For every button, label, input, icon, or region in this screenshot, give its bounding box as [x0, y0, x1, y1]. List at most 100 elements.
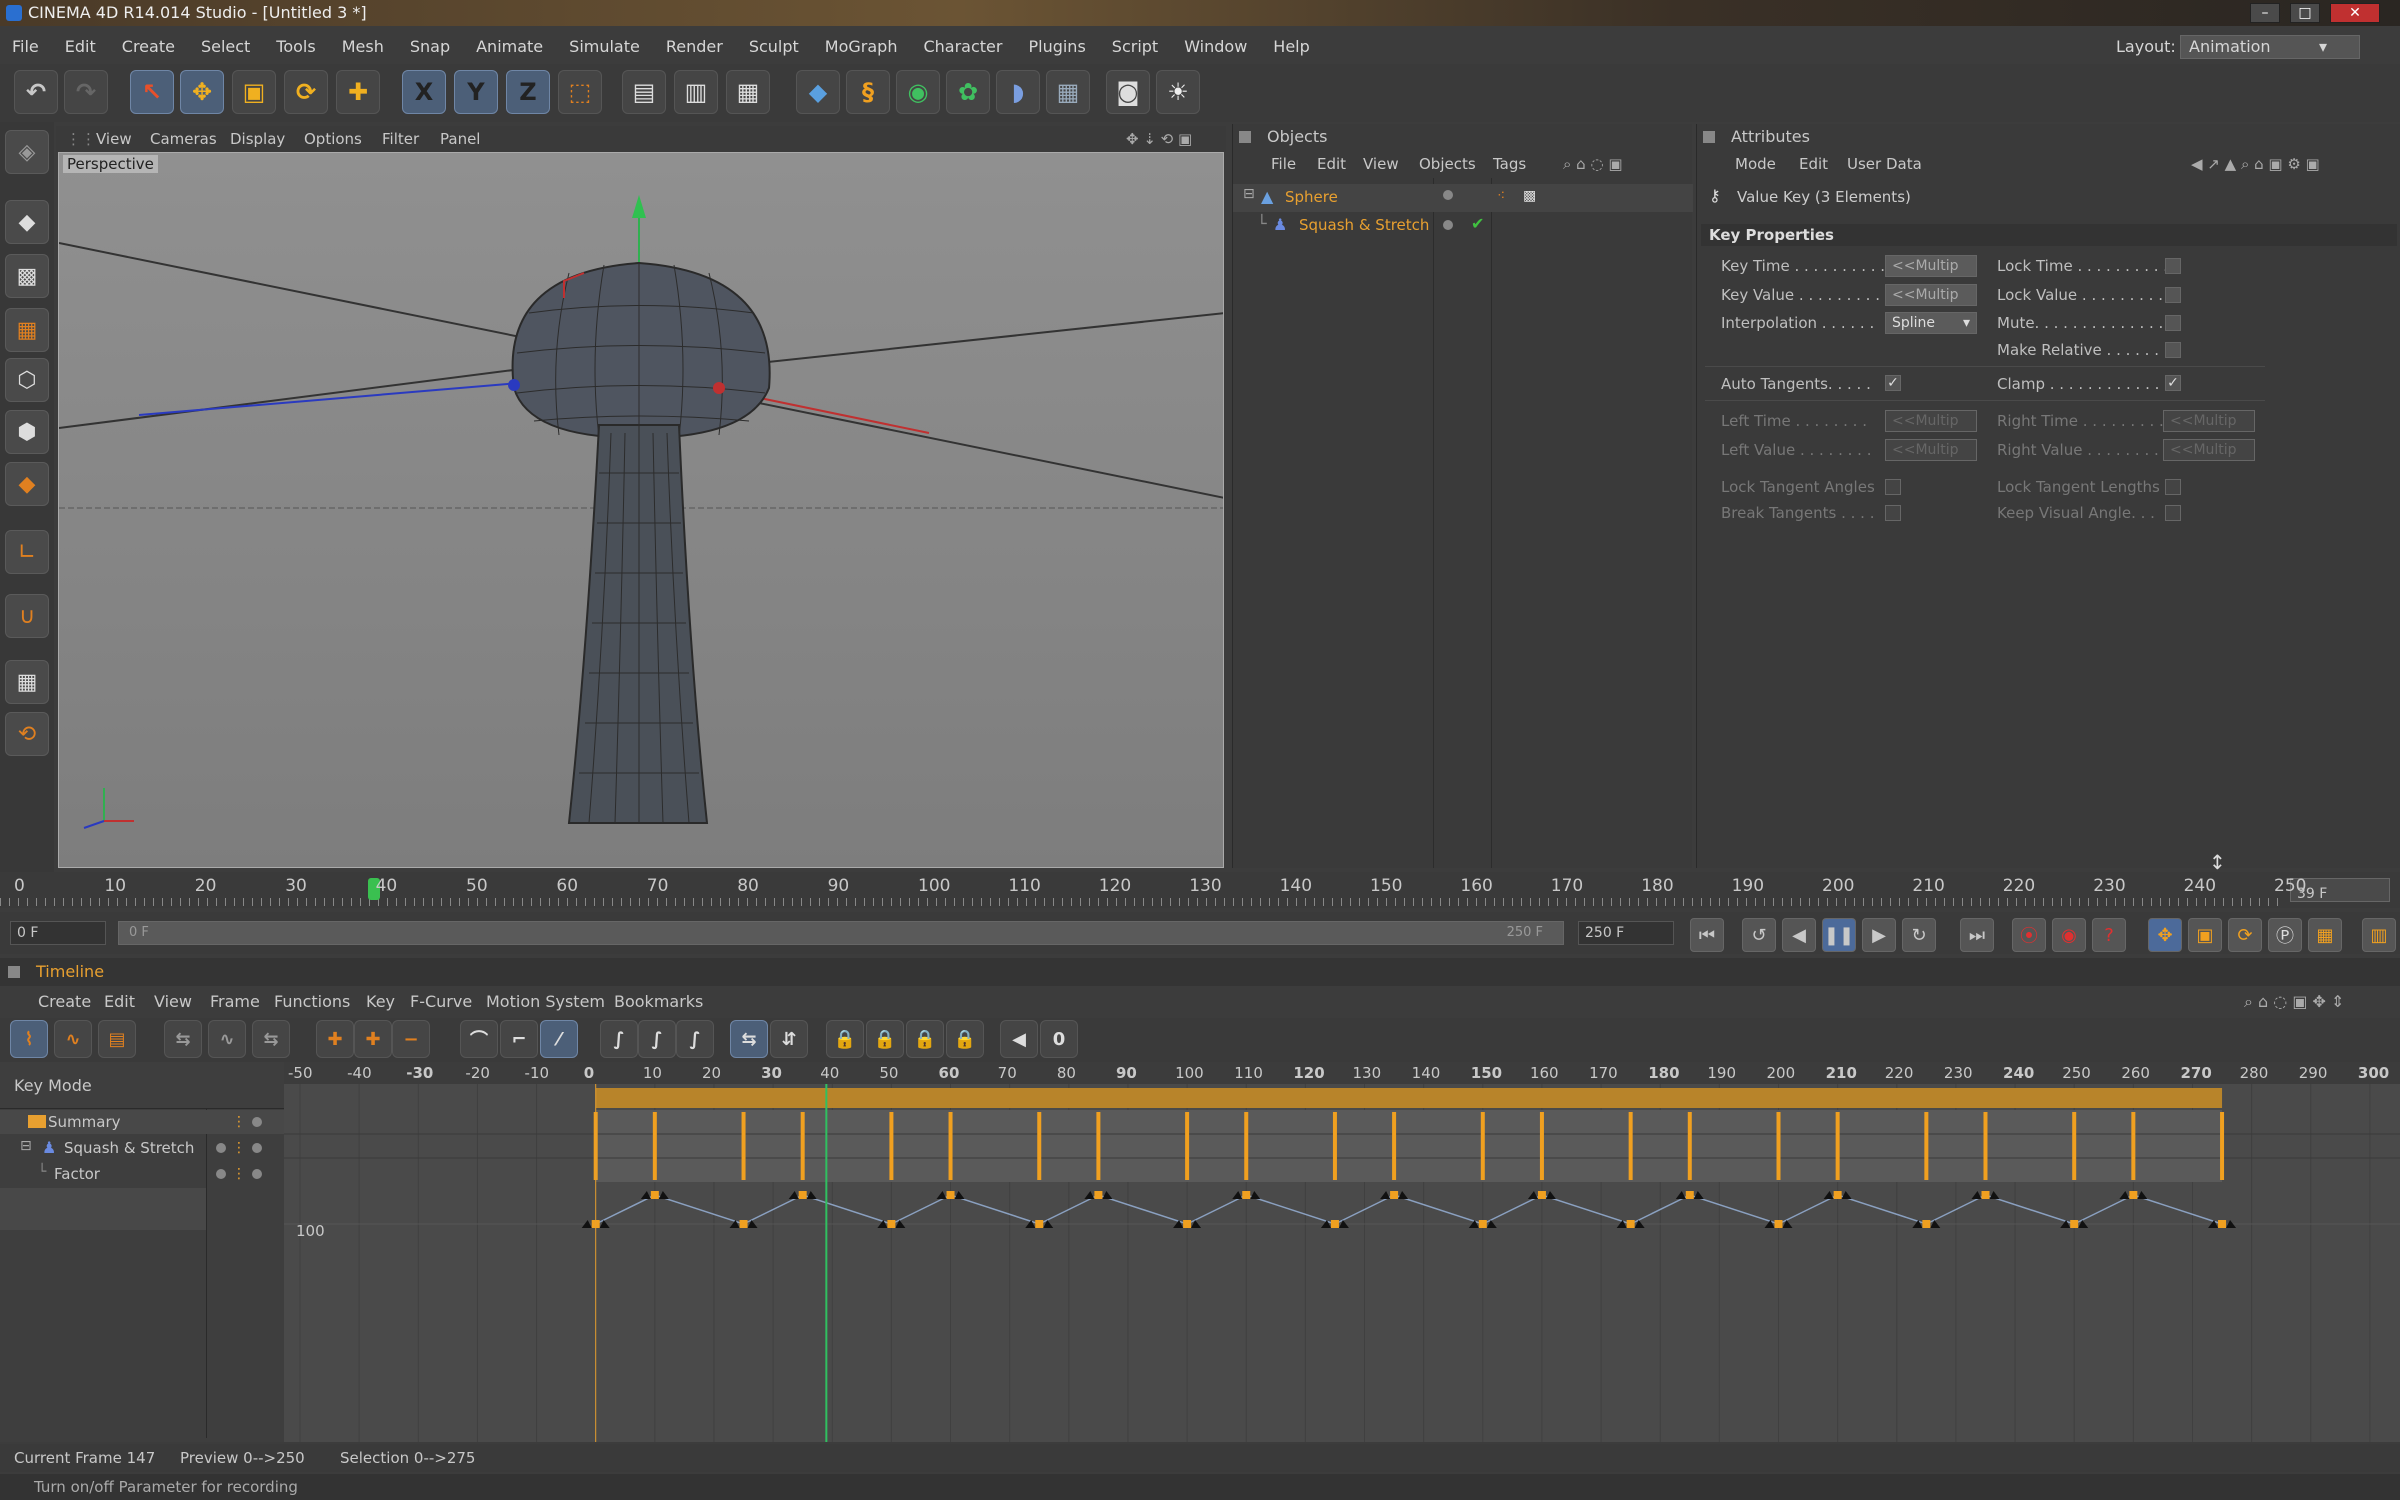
key-time-field[interactable]: <<Multip — [1885, 255, 1977, 277]
track-key-icon[interactable]: ⋮ — [232, 1140, 246, 1156]
redo-icon[interactable]: ↷ — [64, 70, 108, 114]
record-parameter-icon[interactable]: Ⓟ — [2268, 918, 2302, 952]
right-value-field[interactable]: <<Multip — [2163, 439, 2255, 461]
linear-icon[interactable]: ⁄ — [540, 1020, 578, 1058]
go-to-start-icon[interactable]: ⏮ — [1690, 918, 1724, 952]
workplane-icon[interactable]: ▦ — [5, 308, 49, 352]
track-row-factor[interactable]: └ Factor ⋮ — [0, 1162, 284, 1186]
spline-icon[interactable]: § — [846, 70, 890, 114]
menu-tools[interactable]: Tools — [276, 37, 315, 56]
spline-ease-icon[interactable]: ⌒ — [460, 1020, 498, 1058]
make-relative-checkbox[interactable] — [2165, 342, 2181, 358]
timeline-menu-view[interactable]: View — [154, 986, 192, 1018]
clamp-checkbox[interactable]: ✓ — [2165, 375, 2181, 391]
break-tangents-checkbox[interactable] — [1885, 505, 1901, 521]
track-enable-dot[interactable] — [216, 1169, 226, 1179]
attributes-menu-edit[interactable]: Edit — [1799, 150, 1828, 178]
search-icon[interactable]: ⌕ ⌂ ◌ ▣ — [1563, 150, 1623, 178]
axis-mode-icon[interactable]: ∟ — [5, 530, 49, 574]
motion-mode-icon[interactable]: ▤ — [98, 1020, 136, 1058]
cube-icon[interactable]: ◆ — [796, 70, 840, 114]
close-icon[interactable]: ✕ — [2330, 3, 2380, 23]
fcurve-mode-icon[interactable]: ∿ — [54, 1020, 92, 1058]
objects-menu-edit[interactable]: Edit — [1317, 150, 1346, 178]
previous-key-icon[interactable]: ↺ — [1742, 918, 1776, 952]
pause-icon[interactable]: ❚❚ — [1822, 918, 1856, 952]
menu-help[interactable]: Help — [1273, 37, 1309, 56]
live-selection-icon[interactable]: ↖ — [130, 70, 174, 114]
track-enable-dot[interactable] — [252, 1117, 262, 1127]
layout-select[interactable]: Animation ▾ — [2180, 35, 2360, 59]
previous-frame-icon[interactable]: ◀ — [1782, 918, 1816, 952]
timeline-menu-fcurve[interactable]: F-Curve — [410, 986, 472, 1018]
frame-selected-icon[interactable]: ∿ — [208, 1020, 246, 1058]
remove-key-icon[interactable]: − — [392, 1020, 430, 1058]
left-time-field[interactable]: <<Multip — [1885, 410, 1977, 432]
track-enable-dot[interactable] — [216, 1143, 226, 1153]
start-frame-field[interactable]: 0 F — [10, 921, 106, 945]
add-object-icon[interactable]: ✚ — [336, 70, 380, 114]
rotate-icon[interactable]: ⟳ — [284, 70, 328, 114]
menu-mograph[interactable]: MoGraph — [825, 37, 898, 56]
interpolation-select[interactable]: Spline ▾ — [1885, 312, 1977, 334]
next-key-icon[interactable]: ↻ — [1902, 918, 1936, 952]
record-icon[interactable]: ⦿ — [2012, 918, 2046, 952]
left-value-field[interactable]: <<Multip — [1885, 439, 1977, 461]
back-arrow-icon[interactable]: ◀ ↗ ▲ ⌕ ⌂ ▣ ⚙ ▣ — [2191, 150, 2320, 178]
object-row-squash-stretch[interactable]: └ ♟ Squash & Stretch ✔ — [1233, 212, 1693, 240]
menu-simulate[interactable]: Simulate — [569, 37, 640, 56]
scale-icon[interactable]: ▣ — [232, 70, 276, 114]
render-view-icon[interactable]: ▤ — [622, 70, 666, 114]
track-enable-dot[interactable] — [252, 1169, 262, 1179]
polygons-mode-icon[interactable]: ◆ — [5, 462, 49, 506]
lock-tangent-angles-checkbox[interactable] — [1885, 479, 1901, 495]
deformer-icon[interactable]: ◗ — [996, 70, 1040, 114]
viewport-menu-panel[interactable]: Panel — [440, 126, 480, 152]
ease-ease-icon[interactable]: ∫ — [676, 1020, 714, 1058]
scene-icon[interactable]: ▦ — [1046, 70, 1090, 114]
go-to-end-icon[interactable]: ⏭ — [1960, 918, 1994, 952]
render-settings-icon[interactable]: ▦ — [726, 70, 770, 114]
texture-mode-icon[interactable]: ▩ — [5, 254, 49, 298]
zero-angle-icon[interactable]: ⇵ — [770, 1020, 808, 1058]
timeline-menu-edit[interactable]: Edit — [104, 986, 135, 1018]
maximize-icon[interactable]: □ — [2290, 3, 2320, 23]
next-frame-icon[interactable]: ▶ — [1862, 918, 1896, 952]
attributes-menu-mode[interactable]: Mode — [1735, 150, 1776, 178]
locked-workplane-icon[interactable]: ▦ — [5, 660, 49, 704]
camera-icon[interactable]: ◙ — [1106, 70, 1150, 114]
break-tangents-icon[interactable]: 🔒 — [946, 1020, 984, 1058]
objects-menu-file[interactable]: File — [1271, 150, 1296, 178]
objects-menu-view[interactable]: View — [1363, 150, 1399, 178]
lock-value-icon[interactable]: 🔒 — [866, 1020, 904, 1058]
timeline-graph[interactable]: 100 — [284, 1084, 2400, 1442]
lock-tangents-icon[interactable]: 🔒 — [906, 1020, 944, 1058]
menu-edit[interactable]: Edit — [65, 37, 96, 56]
undo-icon[interactable]: ↶ — [14, 70, 58, 114]
timeline-search-icon[interactable]: ⌕ ⌂ ◌ ▣ ✥ ⇕ — [2244, 986, 2344, 1018]
array-icon[interactable]: ✿ — [946, 70, 990, 114]
timeline-menu-create[interactable]: Create — [38, 986, 91, 1018]
viewport-menu-cameras[interactable]: Cameras — [150, 126, 217, 152]
objects-menu-tags[interactable]: Tags — [1493, 150, 1526, 178]
key-value-field[interactable]: <<Multip — [1885, 284, 1977, 306]
edges-mode-icon[interactable]: ⬢ — [5, 410, 49, 454]
viewport-menu-options[interactable]: Options — [304, 126, 362, 152]
perspective-viewport[interactable]: Perspective — [58, 152, 1224, 868]
snap-icon[interactable]: ∪ — [5, 594, 49, 638]
menu-plugins[interactable]: Plugins — [1028, 37, 1085, 56]
autokey-icon[interactable]: ◉ — [2052, 918, 2086, 952]
texture-tag-icon[interactable]: ▩ — [1523, 188, 1536, 204]
frame-preview-icon[interactable]: ⇆ — [252, 1020, 290, 1058]
zero-angle-tangent-icon[interactable]: 0 — [1040, 1020, 1078, 1058]
key-mode-icon[interactable]: ⌇ — [10, 1020, 48, 1058]
menu-mesh[interactable]: Mesh — [342, 37, 384, 56]
timeline-menu-key[interactable]: Key — [366, 986, 395, 1018]
collapse-icon[interactable]: ⊟ — [20, 1138, 32, 1154]
menu-render[interactable]: Render — [666, 37, 723, 56]
make-editable-icon[interactable]: ◈ — [5, 130, 49, 174]
zero-length-icon[interactable]: ◀ — [1000, 1020, 1038, 1058]
render-picture-viewer-icon[interactable]: ▥ — [674, 70, 718, 114]
right-time-field[interactable]: <<Multip — [2163, 410, 2255, 432]
scheme-icon[interactable]: ▥ — [2362, 918, 2396, 952]
